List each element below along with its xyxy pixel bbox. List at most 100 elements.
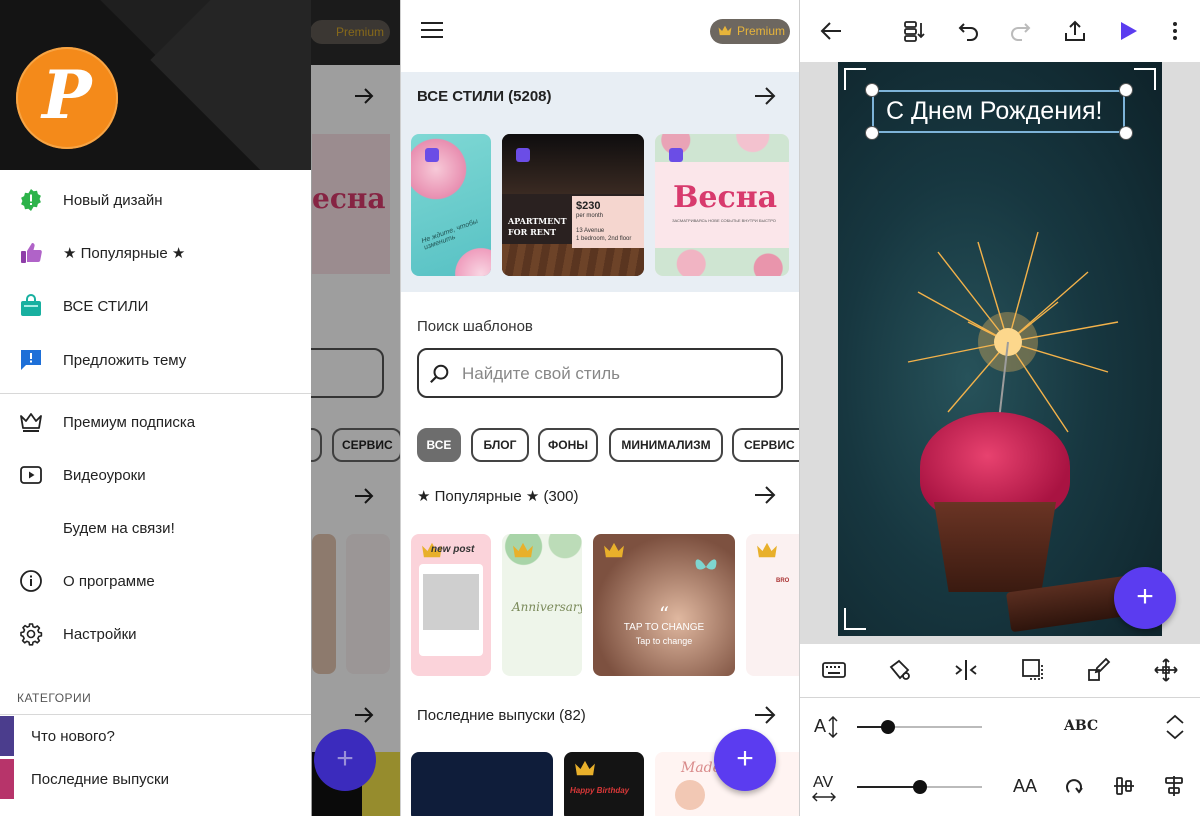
menu-item-premium[interactable]: Премиум подписка — [0, 400, 311, 444]
search-icon — [430, 364, 449, 384]
stretch-handle-icon[interactable] — [1119, 83, 1133, 97]
popular-title: ★ Популярные ★ (300) — [417, 488, 579, 505]
arrow-right-icon[interactable] — [753, 703, 777, 727]
category-item-latest[interactable]: Последние выпуски — [0, 759, 311, 799]
share-upload-icon[interactable] — [1063, 19, 1087, 43]
feedback-icon — [21, 350, 41, 370]
categories-header: КАТЕГОРИИ — [17, 691, 92, 705]
rotate-handle-icon[interactable] — [865, 126, 879, 140]
back-arrow-icon[interactable] — [819, 19, 843, 43]
info-icon — [20, 570, 42, 592]
menu-item-all-styles[interactable]: ВСЕ СТИЛИ — [0, 284, 311, 328]
pin-icon — [669, 148, 683, 162]
add-element-fab[interactable]: + — [1114, 567, 1176, 629]
top-bar: Premium — [401, 0, 799, 64]
gear-icon — [20, 623, 43, 646]
menu-item-settings[interactable]: Настройки — [0, 612, 311, 656]
crown-icon — [718, 25, 732, 36]
text-color-fill-icon[interactable] — [887, 657, 913, 683]
editor-screen: С Днем Рождения! + A ABC AV AA — [800, 0, 1200, 816]
video-play-icon — [20, 466, 42, 484]
butterfly-icon — [695, 559, 717, 570]
line-height-slider[interactable] — [881, 720, 896, 734]
latest-card[interactable] — [411, 752, 553, 816]
premium-button[interactable]: Premium — [710, 19, 790, 44]
text-properties-panel: A ABC AV AA — [800, 697, 1200, 816]
redo-icon[interactable] — [1009, 19, 1033, 43]
font-style-button[interactable]: ABC — [1064, 718, 1098, 734]
chip-backgrounds[interactable]: ФОНЫ — [538, 428, 598, 462]
template-card[interactable]: Весна ЗАСМАТРИВАЯСЬ НОВЕ СОБЫТЬЕ ВНУТРИ … — [655, 134, 789, 276]
text-case-button[interactable]: AA — [1013, 776, 1037, 797]
chip-minimalism[interactable]: МИНИМАЛИЗМ — [609, 428, 723, 462]
play-preview-icon[interactable] — [1116, 19, 1140, 43]
crown-icon — [575, 760, 595, 776]
search-label: Поиск шаблонов — [417, 318, 533, 335]
menu-item-popular[interactable]: ★ Популярные ★ — [0, 231, 311, 275]
align-horizontal-center-icon[interactable] — [1162, 774, 1186, 798]
pin-icon — [425, 148, 439, 162]
letter-spacing-slider[interactable] — [912, 780, 927, 794]
new-design-badge-icon — [21, 189, 41, 211]
keyboard-icon[interactable] — [821, 657, 847, 683]
latest-card[interactable]: Happy Birthday — [564, 752, 644, 816]
popular-card[interactable]: new post — [411, 534, 491, 676]
all-styles-section: ВСЕ СТИЛИ (5208) Не ждите, чтобы изменит… — [401, 72, 799, 292]
align-center-icon[interactable] — [953, 657, 979, 683]
hamburger-menu-icon[interactable] — [421, 22, 443, 40]
text-tools-row — [800, 644, 1200, 696]
move-arrows-icon[interactable] — [1153, 657, 1179, 683]
crown-icon — [20, 413, 42, 432]
crown-icon — [757, 542, 777, 558]
arrow-right-icon[interactable] — [753, 84, 777, 108]
search-input[interactable]: Найдите свой стиль — [417, 348, 783, 398]
navigation-drawer-screen: Premium есна СЕРВИС + P Новый дизайн ★ П… — [0, 0, 400, 816]
drawer: P Новый дизайн ★ Популярные ★ ВСЕ СТИЛИ … — [0, 0, 311, 816]
popular-card[interactable]: “ TAP TO CHANGE Tap to change — [593, 534, 735, 676]
chip-blog[interactable]: БЛОГ — [471, 428, 529, 462]
popular-card[interactable]: BRO — [746, 534, 799, 676]
editor-toolbar — [800, 0, 1200, 62]
pin-icon — [516, 148, 530, 162]
crown-icon — [604, 542, 624, 558]
line-height-icon: A — [814, 716, 827, 736]
resize-handle-icon[interactable] — [1119, 126, 1133, 140]
app-logo: P — [16, 47, 118, 149]
all-styles-title: ВСЕ СТИЛИ (5208) — [417, 88, 552, 105]
undo-icon[interactable] — [956, 19, 980, 43]
menu-item-suggest-topic[interactable]: Предложить тему — [0, 338, 311, 382]
arrow-right-icon[interactable] — [753, 483, 777, 507]
menu-item-new-design[interactable]: Новый дизайн — [0, 178, 311, 222]
crown-icon — [513, 542, 533, 558]
curve-text-icon[interactable] — [1062, 774, 1086, 798]
shadow-icon[interactable] — [1020, 657, 1046, 683]
latest-title: Последние выпуски (82) — [417, 707, 586, 724]
more-vertical-icon[interactable] — [1163, 19, 1187, 43]
template-card[interactable]: Не ждите, чтобы изменить — [411, 134, 491, 276]
delete-handle-icon[interactable] — [865, 83, 879, 97]
cupcake-base — [934, 502, 1056, 592]
menu-item-tutorials[interactable]: Видеоуроки — [0, 453, 311, 497]
selected-text-layer[interactable]: С Днем Рождения! — [872, 90, 1125, 133]
category-item-whats-new[interactable]: Что нового? — [0, 716, 311, 756]
letter-spacing-arrows-icon — [812, 792, 836, 802]
template-card[interactable]: APARTMENT FOR RENT $230 per month 13 Ave… — [502, 134, 644, 276]
design-canvas[interactable]: С Днем Рождения! + — [800, 62, 1200, 644]
expand-collapse-icon[interactable] — [1164, 714, 1186, 740]
add-fab-button[interactable]: + — [714, 729, 776, 791]
layers-swap-icon[interactable] — [903, 19, 927, 43]
style-edit-icon[interactable] — [1086, 657, 1112, 683]
line-height-arrows-icon — [828, 716, 838, 738]
thumbs-up-icon — [21, 243, 42, 263]
canvas-photo: С Днем Рождения! — [838, 62, 1162, 636]
chip-service[interactable]: СЕРВИС — [732, 428, 799, 462]
popular-card[interactable]: Anniversary — [502, 534, 582, 676]
menu-item-about[interactable]: О программе — [0, 559, 311, 603]
chip-all[interactable]: ВСЕ — [417, 428, 461, 462]
crescent-moon-icon — [437, 772, 461, 816]
align-vertical-center-icon[interactable] — [1112, 774, 1136, 798]
drawer-header: P — [0, 0, 311, 170]
letter-spacing-icon: AV — [813, 774, 834, 791]
menu-item-contact[interactable]: Будем на связи! — [0, 506, 311, 550]
template-browser-screen: Premium ВСЕ СТИЛИ (5208) Не ждите, чтобы… — [401, 0, 799, 816]
